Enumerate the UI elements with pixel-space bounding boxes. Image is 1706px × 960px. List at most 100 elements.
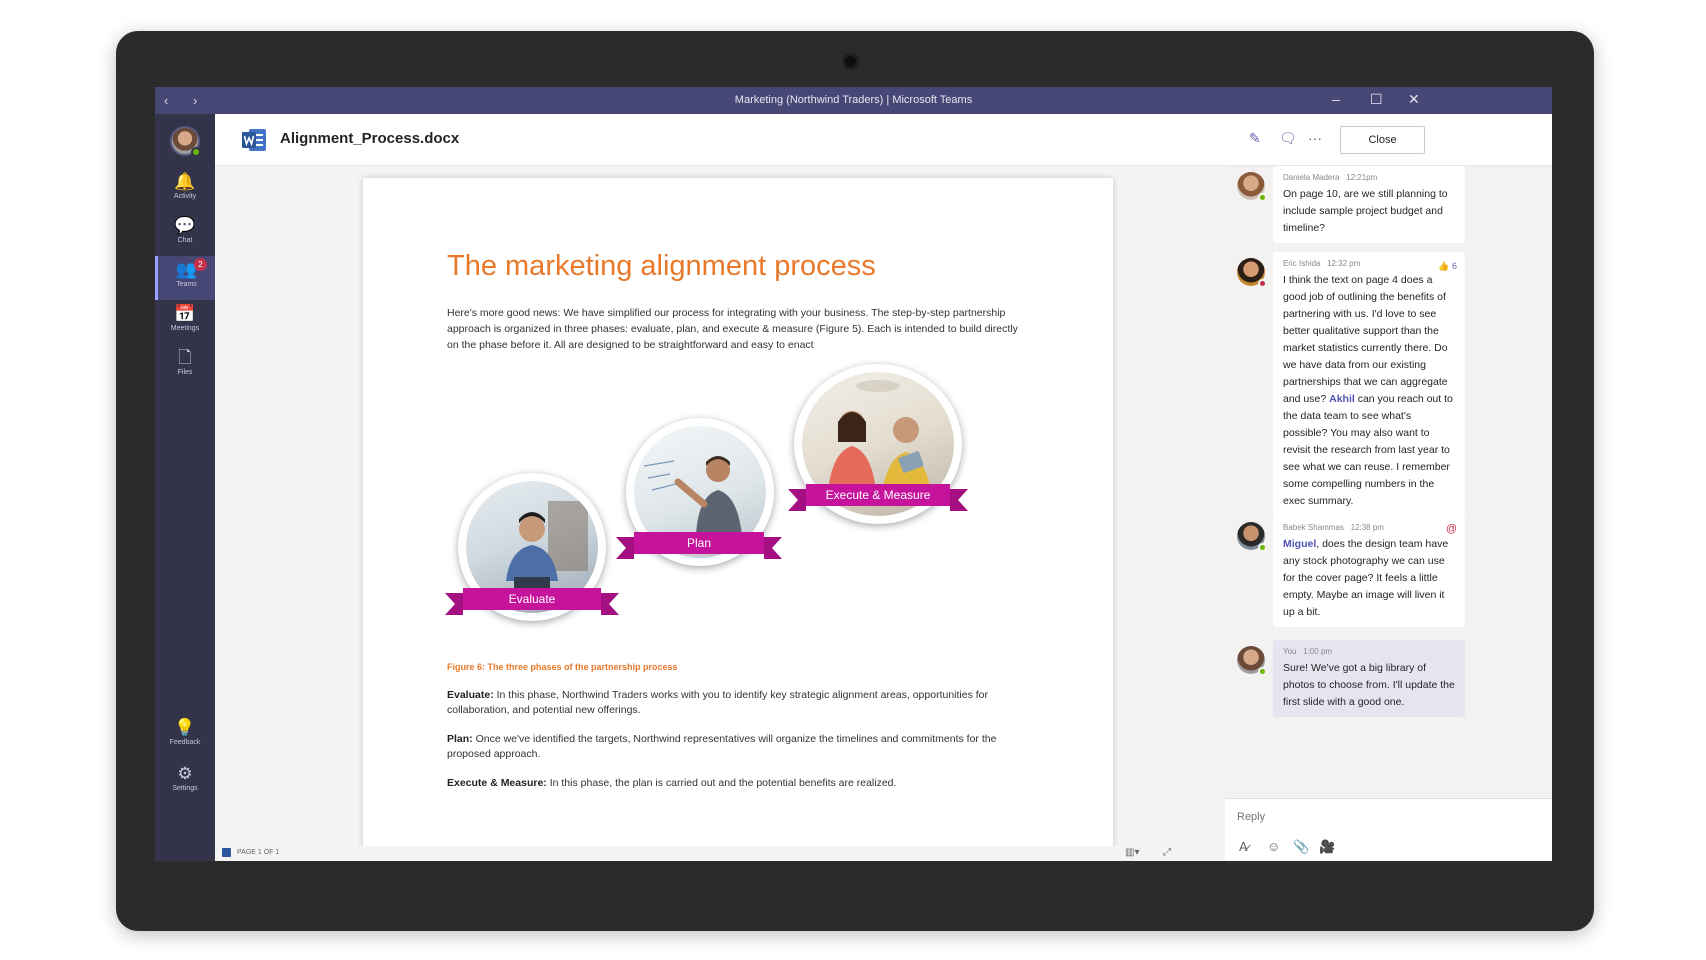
rail-item-label: Meetings: [170, 325, 200, 332]
rail-item-files[interactable]: 🗋 Files: [155, 344, 215, 388]
figure-caption: Figure 6: The three phases of the partne…: [447, 662, 678, 672]
document-title: The marketing alignment process: [447, 250, 876, 282]
message-text-part: I think the text on page 4 does a good j…: [1283, 274, 1448, 405]
document-filename: Alignment_Process.docx: [280, 130, 460, 147]
lightbulb-icon: 💡: [174, 718, 196, 737]
camera: [842, 53, 859, 70]
paragraph-text: In this phase, Northwind Traders works w…: [447, 689, 989, 716]
rail-item-meetings[interactable]: 📅 Meetings: [155, 300, 215, 344]
phase-label-plan: Plan: [616, 532, 782, 559]
paragraph-plan: Plan: Once we've identified the targets,…: [447, 732, 1027, 762]
presence-available-icon: [191, 147, 201, 157]
rail-item-activity[interactable]: 🔔 Activity: [155, 168, 215, 212]
presence-available-icon: [1258, 543, 1267, 552]
notification-badge: 2: [194, 258, 207, 271]
attach-icon[interactable]: 📎: [1293, 839, 1309, 855]
avatar: [1237, 522, 1267, 552]
paragraph-text: In this phase, the plan is carried out a…: [546, 777, 897, 789]
format-text-icon[interactable]: A̷: [1239, 839, 1248, 854]
rail-item-label: Chat: [177, 237, 193, 244]
thumbs-up-icon: 👍: [1438, 261, 1450, 271]
phase-label-evaluate: Evaluate: [445, 588, 619, 615]
paragraph-execute-measure: Execute & Measure: In this phase, the pl…: [447, 776, 1027, 791]
phase-label-execute-measure: Execute & Measure: [788, 484, 968, 511]
minimize-icon[interactable]: –: [1332, 91, 1340, 107]
compose-box: A̷ ☺ 📎 🎥: [1225, 798, 1552, 861]
word-small-icon: [222, 848, 231, 857]
rail-item-label: Feedback: [169, 739, 201, 746]
document-viewer[interactable]: The marketing alignment process Here's m…: [215, 166, 1225, 846]
status-bar: PAGE 1 OF 1 ▥▾ ⤢: [215, 846, 1225, 861]
title-bar: ‹ › Marketing (Northwind Traders) | Micr…: [155, 87, 1552, 114]
message-meta: You 1:00 pm: [1283, 646, 1455, 658]
message-text: Sure! We've got a big library of photos …: [1283, 662, 1455, 708]
avatar: [1237, 258, 1267, 288]
message-author: Babek Shammas: [1283, 523, 1344, 532]
document-header: Alignment_Process.docx ✎ 🗨 ··· Close: [215, 114, 1552, 166]
paragraph-text: Once we've identified the targets, North…: [447, 733, 997, 760]
chat-message[interactable]: Daniela Madera 12:21pm On page 10, are w…: [1273, 166, 1465, 243]
reply-input[interactable]: [1237, 805, 1537, 829]
gear-icon: ⚙: [177, 764, 193, 783]
avatar[interactable]: [170, 126, 201, 157]
message-author: You: [1283, 647, 1297, 656]
message-meta: Eric Ishida 12:32 pm: [1283, 258, 1455, 270]
rail-item-chat[interactable]: 💬 Chat: [155, 212, 215, 256]
teams-window: ‹ › Marketing (Northwind Traders) | Micr…: [155, 87, 1552, 861]
like-count[interactable]: 👍 6: [1438, 258, 1457, 275]
message-author: Daniela Madera: [1283, 173, 1340, 182]
message-time: 12:21pm: [1346, 173, 1378, 182]
message-text-part: , does the design team have any stock ph…: [1283, 538, 1449, 618]
paragraph-term: Evaluate:: [447, 689, 494, 701]
message-text-part: can you reach out to the data team to se…: [1283, 393, 1453, 507]
message-time: 12:32 pm: [1327, 259, 1361, 268]
chat-message-own[interactable]: You 1:00 pm Sure! We've got a big librar…: [1273, 640, 1465, 717]
rail-item-settings[interactable]: ⚙ Settings: [155, 760, 215, 804]
rail-item-label: Teams: [176, 281, 197, 288]
maximize-icon[interactable]: ☐: [1370, 91, 1383, 108]
chat-message[interactable]: Babek Shammas 12:38 pm @ Miguel, does th…: [1273, 516, 1465, 627]
rail-item-label: Settings: [172, 785, 198, 792]
bell-icon: 🔔: [174, 172, 196, 191]
view-layout-icon[interactable]: ▥▾: [1125, 847, 1139, 858]
message-meta: Babek Shammas 12:38 pm: [1283, 522, 1455, 534]
rail-item-teams[interactable]: 👥 Teams 2: [155, 256, 215, 300]
message-text: Miguel, does the design team have any st…: [1283, 536, 1455, 621]
document-page: The marketing alignment process Here's m…: [363, 178, 1113, 846]
chat-message[interactable]: Eric Ishida 12:32 pm 👍 6 I think the tex…: [1273, 252, 1465, 516]
fullscreen-icon[interactable]: ⤢: [1163, 847, 1171, 858]
conversation-icon[interactable]: 🗨: [1279, 130, 1297, 147]
message-meta: Daniela Madera 12:21pm: [1283, 172, 1455, 184]
close-button[interactable]: Close: [1340, 126, 1425, 154]
document-intro: Here's more good news: We have simplifie…: [447, 307, 1018, 351]
close-window-icon[interactable]: ✕: [1408, 91, 1420, 108]
mention-at-icon: @: [1445, 523, 1457, 535]
edit-pencil-icon[interactable]: ✎: [1249, 130, 1261, 147]
rail-item-label: Activity: [173, 193, 197, 200]
paragraph-term: Execute & Measure:: [447, 777, 547, 789]
rail-item-label: Files: [177, 369, 193, 376]
meet-now-icon[interactable]: 🎥: [1319, 839, 1335, 855]
mention[interactable]: Miguel: [1283, 538, 1316, 550]
mention[interactable]: Akhil: [1329, 393, 1355, 405]
avatar: [1237, 172, 1267, 202]
window-title: Marketing (Northwind Traders) | Microsof…: [734, 94, 973, 106]
avatar: [1237, 646, 1267, 676]
more-options-icon[interactable]: ···: [1308, 130, 1322, 146]
presence-available-icon: [1258, 193, 1267, 202]
file-icon: 🗋: [178, 348, 192, 367]
rail-item-feedback[interactable]: 💡 Feedback: [155, 714, 215, 758]
calendar-icon: 📅: [174, 304, 196, 323]
paragraph-term: Plan:: [447, 733, 473, 745]
chat-icon: 💬: [174, 216, 196, 235]
page-indicator: PAGE 1 OF 1: [237, 849, 280, 856]
word-icon: [242, 129, 266, 151]
conversation-panel: Daniela Madera 12:21pm On page 10, are w…: [1225, 166, 1552, 861]
message-text: I think the text on page 4 does a good j…: [1283, 272, 1455, 510]
emoji-icon[interactable]: ☺: [1267, 839, 1280, 854]
message-text: On page 10, are we still planning to inc…: [1283, 188, 1448, 234]
app-rail: 🔔 Activity 💬 Chat 👥 Teams 2 📅 Meetings 🗋…: [155, 114, 215, 861]
message-time: 1:00 pm: [1303, 647, 1333, 656]
like-number: 6: [1451, 261, 1457, 271]
message-time: 12:38 pm: [1350, 523, 1384, 532]
